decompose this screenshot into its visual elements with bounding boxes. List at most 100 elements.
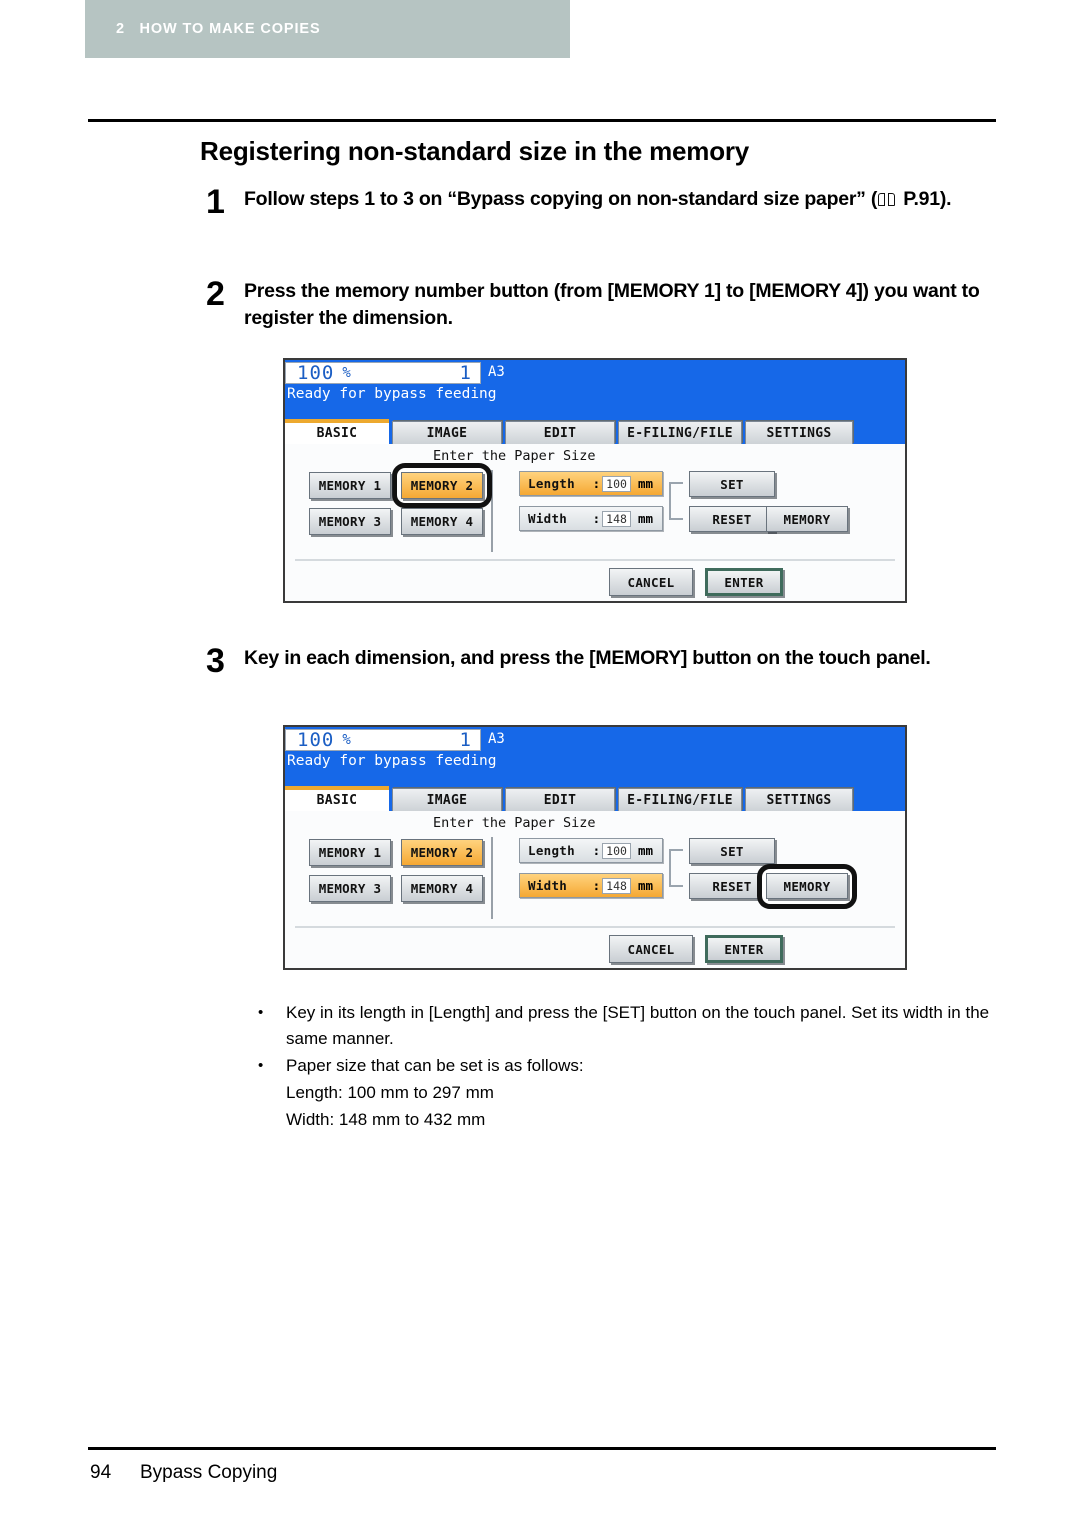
chapter-number: 2 <box>116 21 125 37</box>
step-1-text-before: Follow steps 1 to 3 on “Bypass copying o… <box>244 188 878 210</box>
panel2-percent-symbol: % <box>342 732 351 748</box>
panel1-width-field[interactable]: Width : 148 mm <box>519 506 663 531</box>
panel1-memory-1-button[interactable]: MEMORY 1 <box>309 472 391 499</box>
panel1-percent-symbol: % <box>342 365 351 381</box>
panel2-footer-divider <box>295 926 895 928</box>
panel2-status-area: 100 % 1 A3 Ready for bypass feeding BASI… <box>285 727 905 811</box>
note-text: Width: 148 mm to 432 mm <box>286 1110 486 1129</box>
panel1-length-field[interactable]: Length : 100 mm <box>519 471 663 496</box>
panel2-length-colon: : <box>592 843 601 858</box>
panel2-width-value: 148 <box>602 877 631 894</box>
panel1-tab-settings[interactable]: SETTINGS <box>745 421 853 444</box>
panel2-tab-efiling-file[interactable]: E-FILING/FILE <box>618 788 742 811</box>
panel1-width-label: Width <box>528 511 568 526</box>
panel1-set-button[interactable]: SET <box>689 471 775 497</box>
panel2-width-label: Width <box>528 878 568 893</box>
page-footer: 94 Bypass Copying <box>90 1462 277 1484</box>
panel2-memory-2-button[interactable]: MEMORY 2 <box>401 839 483 866</box>
panel1-cancel-button[interactable]: CANCEL <box>609 568 693 596</box>
panel1-memory-2-button[interactable]: MEMORY 2 <box>401 472 483 499</box>
panel1-tab-edit[interactable]: EDIT <box>505 421 615 444</box>
panel2-cancel-button[interactable]: CANCEL <box>609 935 693 963</box>
header-divider-rule <box>88 119 996 122</box>
note-bullet: • <box>258 1004 264 1021</box>
note-item: Length: 100 mm to 297 mm <box>258 1080 998 1106</box>
panel1-memory-button[interactable]: MEMORY <box>766 506 848 532</box>
panel2-tab-image[interactable]: IMAGE <box>392 788 502 811</box>
step-2-number: 2 <box>206 275 225 313</box>
step-2-text: Press the memory number button (from [ME… <box>244 280 980 329</box>
note-bullet <box>258 1107 286 1133</box>
panel2-width-colon: : <box>592 878 601 893</box>
panel2-memory-4-button[interactable]: MEMORY 4 <box>401 875 483 902</box>
step-2: 2 Press the memory number button (from [… <box>206 275 1006 332</box>
panel1-tab-efiling-file[interactable]: E-FILING/FILE <box>618 421 742 444</box>
panel1-width-value: 148 <box>602 510 631 527</box>
panel2-memory-button[interactable]: MEMORY <box>766 873 848 899</box>
panel1-status-message: Ready for bypass feeding <box>287 386 497 402</box>
step-1-text-after: P.91). <box>898 188 952 210</box>
panel2-tab-settings[interactable]: SETTINGS <box>745 788 853 811</box>
panel2-zoom-copies-box: 100 % 1 <box>285 729 481 751</box>
panel2-length-field[interactable]: Length : 100 mm <box>519 838 663 863</box>
panel2-length-unit: mm <box>637 843 653 858</box>
note-item: Width: 148 mm to 432 mm <box>258 1107 998 1133</box>
panel2-enter-button[interactable]: ENTER <box>705 935 783 963</box>
panel1-width-unit: mm <box>637 511 653 526</box>
panel1-zoom-copies-box: 100 % 1 <box>285 362 481 384</box>
note-text: Key in its length in [Length] and press … <box>286 1003 990 1048</box>
panel2-tab-row: BASIC IMAGE EDIT E-FILING/FILE SETTINGS <box>285 786 905 811</box>
panel2-width-field[interactable]: Width : 148 mm <box>519 873 663 898</box>
panel1-width-colon: : <box>592 511 601 526</box>
note-text: Paper size that can be set is as follows… <box>286 1056 584 1075</box>
book-icon <box>878 193 896 206</box>
panel1-length-colon: : <box>592 476 601 491</box>
step-1-text: Follow steps 1 to 3 on “Bypass copying o… <box>244 186 952 213</box>
panel1-footer-divider <box>295 559 895 561</box>
panel1-tab-image[interactable]: IMAGE <box>392 421 502 444</box>
panel2-zoom-value: 100 <box>297 729 335 751</box>
panel2-tab-edit[interactable]: EDIT <box>505 788 615 811</box>
panel1-length-value: 100 <box>602 475 631 492</box>
panel1-status-area: 100 % 1 A3 Ready for bypass feeding BASI… <box>285 360 905 444</box>
panel2-length-value: 100 <box>602 842 631 859</box>
note-text: Length: 100 mm to 297 mm <box>286 1083 494 1102</box>
footer-divider-rule <box>88 1447 996 1450</box>
panel2-bracket-connector <box>669 849 683 887</box>
panel2-width-unit: mm <box>637 878 653 893</box>
panel1-memory-4-button[interactable]: MEMORY 4 <box>401 508 483 535</box>
panel1-memory-3-button[interactable]: MEMORY 3 <box>309 508 391 535</box>
note-item: • Key in its length in [Length] and pres… <box>258 1000 998 1052</box>
footer-page-number: 94 <box>90 1462 112 1483</box>
panel2-set-button[interactable]: SET <box>689 838 775 864</box>
step-1-number: 1 <box>206 183 225 221</box>
panel1-tab-basic[interactable]: BASIC <box>285 419 389 444</box>
panel1-reset-button[interactable]: RESET <box>689 506 775 532</box>
chapter-header-bar: 2 HOW TO MAKE COPIES <box>85 0 570 58</box>
panel2-copy-count: 1 <box>459 729 471 751</box>
note-bullet: • <box>258 1057 264 1074</box>
footer-label: Bypass Copying <box>140 1462 278 1483</box>
panel2-tab-basic[interactable]: BASIC <box>285 786 389 811</box>
chapter-title: HOW TO MAKE COPIES <box>139 21 321 37</box>
step-3-number: 3 <box>206 642 225 680</box>
panel2-paper-size: A3 <box>488 731 505 747</box>
panel2-body: Enter the Paper Size MEMORY 1 MEMORY 2 M… <box>285 811 905 968</box>
panel2-length-label: Length <box>528 843 575 858</box>
note-bullet <box>258 1080 286 1106</box>
notes-list: • Key in its length in [Length] and pres… <box>258 1000 998 1134</box>
step-3-text: Key in each dimension, and press the [ME… <box>244 647 931 669</box>
panel1-zoom-value: 100 <box>297 362 335 384</box>
panel1-length-label: Length <box>528 476 575 491</box>
panel1-tab-row: BASIC IMAGE EDIT E-FILING/FILE SETTINGS <box>285 419 905 444</box>
panel2-memory-1-button[interactable]: MEMORY 1 <box>309 839 391 866</box>
panel2-memory-3-button[interactable]: MEMORY 3 <box>309 875 391 902</box>
panel1-length-unit: mm <box>637 476 653 491</box>
panel1-bracket-connector <box>669 482 683 520</box>
panel1-enter-button[interactable]: ENTER <box>705 568 783 596</box>
panel2-status-message: Ready for bypass feeding <box>287 753 497 769</box>
page-title: Registering non-standard size in the mem… <box>200 136 750 166</box>
panel2-vertical-separator <box>491 837 493 919</box>
touch-panel-screenshot-2: 100 % 1 A3 Ready for bypass feeding BASI… <box>283 725 907 970</box>
step-3: 3 Key in each dimension, and press the [… <box>206 642 996 680</box>
